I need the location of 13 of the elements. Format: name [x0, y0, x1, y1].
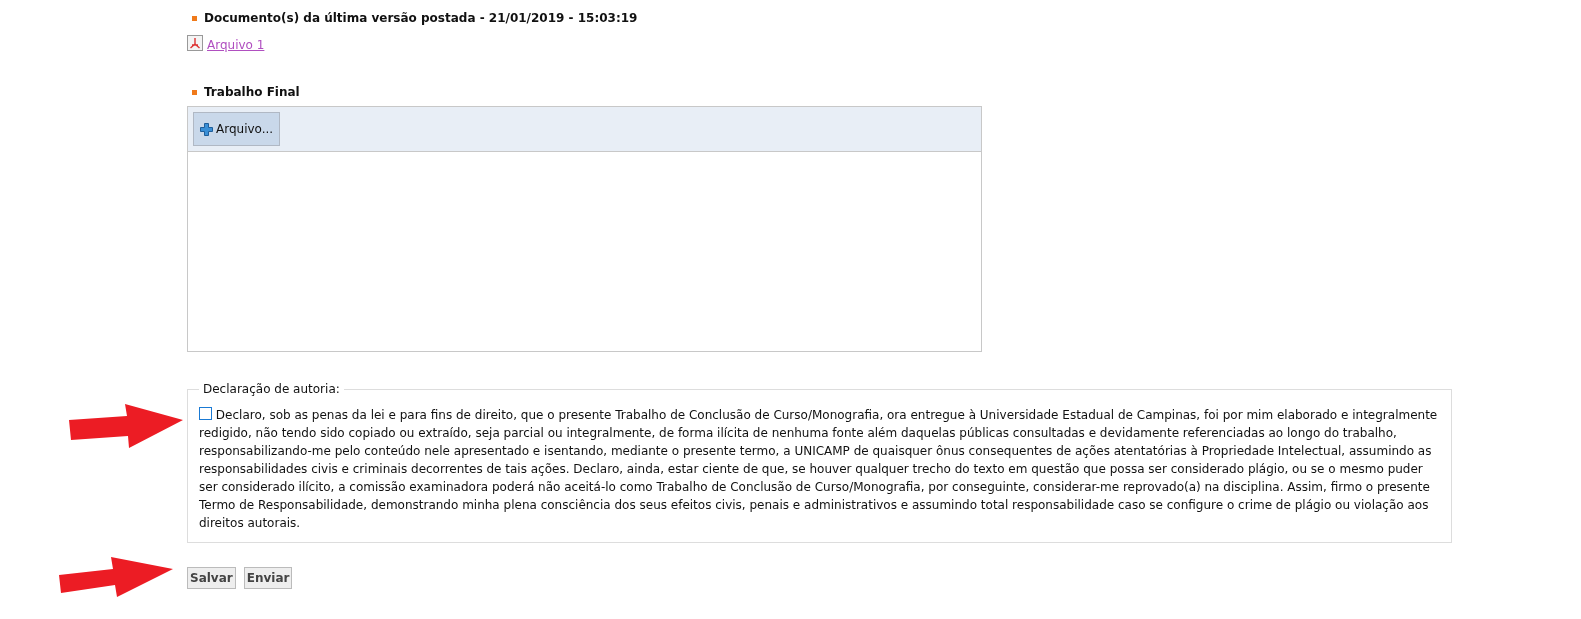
section-heading: Documento(s) da última versão postada - 21/01/2019 - 15:03:19	[204, 11, 638, 25]
checkbox[interactable]	[199, 407, 212, 420]
declaration-text: Declaro, sob as penas da lei e para fins de direito, que o presente Trabalho de Conclusão de Curso/Monografia, ora entregue à Universidade Estadual de Campinas, foi por mim elaborado e integralmente redigido, não tendo sido copiado ou extraído, seja parcial ou integralmente, de forma ilícita de nenhuma fonte além daquelas públicas consultadas e devidamente referenciadas ao longo do trabalho, responsabilizando-me pelo conteúdo nele apresentado e isentando, mediante o presente termo, a UNICAMP de quaisquer ônus consequentes de ações atentatórias à Propriedade Intelectual, assumindo as responsabilidades civis e criminais decorrentes de tais ações. Declaro, ainda, estar ciente de que, se houver qualquer trecho do texto em questão que possa ser considerado plágio, ou se o mesmo puder ser considerado ilícito, a comissão examinadora poderá não aceitá-lo como Trabalho de Conclusão de Curso/Monografia, por conseguinte, considerar-me reprovado(a) na disciplina. Assim, firmo o presente Termo de Responsabilidade, demonstrando minha plena consciência dos seus efeitos civis, penais e administrativos e assumindo total responsabilidade caso se configure o crime de plágio ou violação aos direitos autorais.	[199, 406, 1439, 532]
form-button[interactable]: Enviar	[243, 567, 293, 589]
pdf-icon	[187, 35, 203, 51]
plus-icon	[200, 122, 213, 136]
form-button[interactable]: Salvar	[187, 567, 236, 589]
file-link[interactable]: Arquivo 1	[207, 38, 265, 52]
section-heading: Trabalho Final	[204, 85, 300, 99]
bullet-icon	[192, 89, 197, 95]
add-file-button[interactable]: Arquivo...	[193, 112, 281, 146]
declaration-legend: Declaração de autoria:	[199, 382, 344, 396]
bullet-icon	[192, 15, 197, 21]
